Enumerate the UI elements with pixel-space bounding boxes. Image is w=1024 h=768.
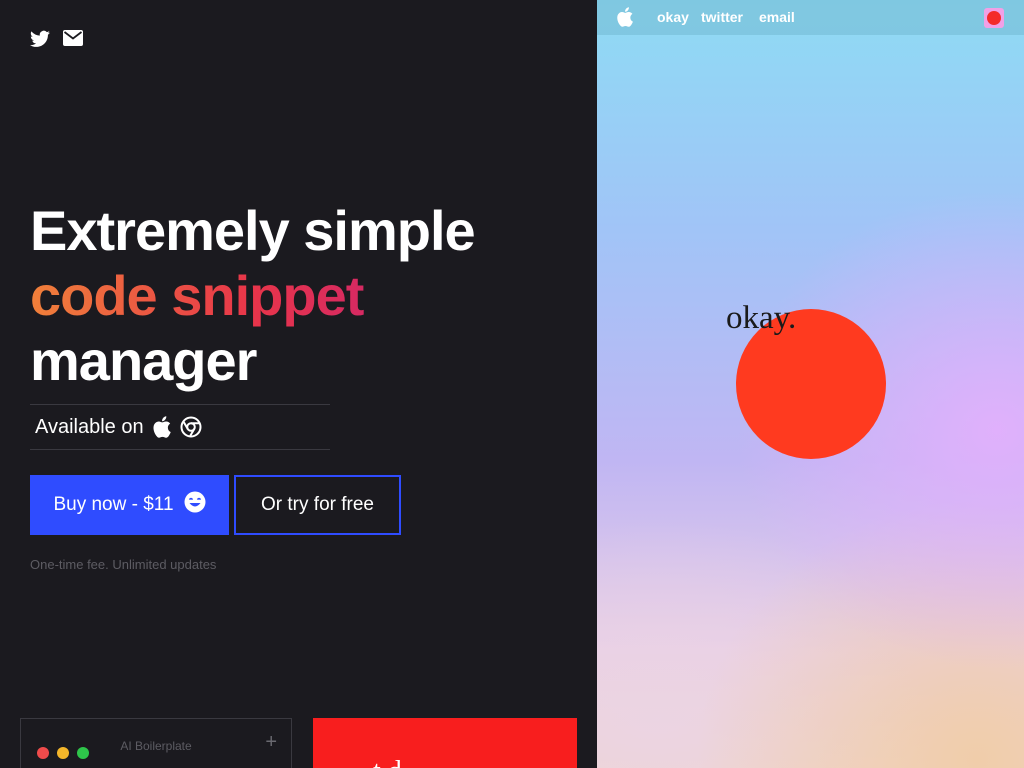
headline-line-1: Extremely simple [30, 199, 476, 262]
tray-icon[interactable] [984, 8, 1004, 28]
headline-line-2: code snippet [30, 263, 475, 328]
left-panel: Extremely simple code snippet manager Av… [0, 0, 597, 768]
fee-note: One-time fee. Unlimited updates [30, 557, 217, 572]
headline-line-3: manager [30, 329, 257, 392]
available-label: Available on [35, 415, 144, 438]
menu-item-twitter[interactable]: twitter [701, 9, 743, 25]
available-on: Available on [30, 404, 330, 450]
theme-card-text: t d [373, 756, 402, 768]
try-free-button[interactable]: Or try for free [234, 475, 401, 535]
desktop-preview: okay twitter email okay. [597, 0, 1024, 768]
menu-item-email[interactable]: email [759, 9, 795, 25]
window-maximize-dot[interactable] [77, 747, 89, 759]
apple-icon [152, 416, 172, 438]
buy-now-button[interactable]: Buy now - $11 [30, 475, 229, 535]
window-minimize-dot[interactable] [57, 747, 69, 759]
menu-item-okay[interactable]: okay [657, 9, 689, 25]
okay-wordmark: okay. [726, 300, 797, 336]
chrome-icon [180, 416, 202, 438]
snippet-title: AI Boilerplate [120, 739, 192, 753]
apple-icon[interactable] [616, 7, 634, 27]
buy-now-label: Buy now - $11 [53, 494, 174, 515]
hero-headline: Extremely simple code snippet manager [30, 198, 476, 393]
twitter-icon[interactable] [30, 30, 50, 48]
mail-icon[interactable] [63, 30, 83, 48]
menu-bar: okay twitter email [597, 0, 1024, 35]
add-snippet-button[interactable]: + [265, 731, 277, 754]
smile-icon [184, 491, 206, 519]
snippet-card[interactable]: AI Boilerplate + [20, 718, 292, 768]
window-close-dot[interactable] [37, 747, 49, 759]
theme-card: t d [313, 718, 577, 768]
social-links [30, 30, 83, 48]
